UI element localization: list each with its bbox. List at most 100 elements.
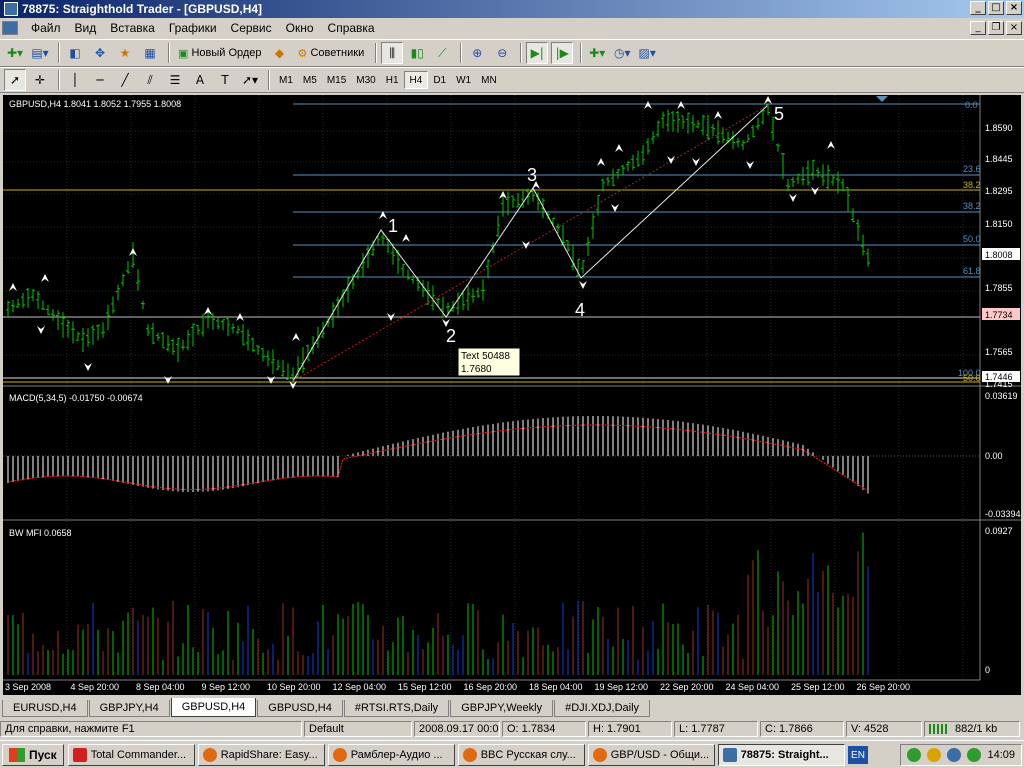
- profiles-icon[interactable]: ▤▾: [29, 42, 51, 64]
- timeframe-mn[interactable]: MN: [476, 71, 502, 89]
- wave-label-5[interactable]: 5: [774, 104, 784, 124]
- bar-chart-icon[interactable]: ⫼: [381, 42, 404, 64]
- metaeditor-icon[interactable]: ◆: [269, 42, 291, 64]
- fibonacci-icon[interactable]: ☰: [164, 69, 186, 91]
- close-button[interactable]: ×: [1006, 1, 1022, 15]
- status-open: O: 1.7834: [502, 721, 586, 737]
- mdi-restore-button[interactable]: ❐: [988, 21, 1004, 35]
- tab-gbpusd-h4[interactable]: GBPUSD,H4: [170, 698, 257, 717]
- timeframe-h1[interactable]: H1: [381, 71, 404, 89]
- price-label: 1.7565: [985, 347, 1013, 357]
- horizontal-line-icon[interactable]: ─: [89, 69, 111, 91]
- equidistant-channel-icon[interactable]: ⫽: [139, 69, 161, 91]
- start-button[interactable]: Пуск: [2, 743, 64, 766]
- tray-icon-4[interactable]: [967, 748, 982, 762]
- text-label-icon[interactable]: T: [214, 69, 236, 91]
- tray-icon-1[interactable]: [907, 748, 922, 762]
- chart-tabs: EURUSD,H4 GBPJPY,H4 GBPUSD,H4 GBPUSD,H4 …: [0, 697, 1024, 717]
- fractal-down-icon: [267, 376, 275, 384]
- elliott-wave-lines[interactable]: [292, 104, 769, 382]
- task-straighthold-trader[interactable]: 78875: Straight...: [717, 743, 845, 766]
- indicators-icon[interactable]: ✚▾: [586, 42, 608, 64]
- mdi-close-button[interactable]: ×: [1006, 21, 1022, 35]
- wave-label-4[interactable]: 4: [575, 300, 585, 320]
- tab-gbpusd-h4-2[interactable]: GBPUSD,H4: [257, 700, 343, 717]
- terminal-icon[interactable]: ▦: [139, 42, 161, 64]
- mfi-scale-label: 0: [985, 665, 990, 675]
- task-rapidshare[interactable]: RapidShare: Easy...: [197, 743, 325, 766]
- menu-charts[interactable]: Графики: [162, 21, 224, 35]
- price-chart[interactable]: 1 2 3 4 5 Text 50488 1.7680 GBPUSD,H4 1.…: [3, 95, 1021, 695]
- date-label: 8 Sep 04:00: [136, 682, 185, 692]
- start-label: Пуск: [29, 747, 57, 762]
- maximize-button[interactable]: □: [988, 1, 1004, 15]
- zoom-in-icon[interactable]: ⊕: [466, 42, 488, 64]
- language-indicator[interactable]: EN: [848, 746, 868, 764]
- cursor-icon[interactable]: ➚: [4, 69, 26, 91]
- task-total-commander[interactable]: Total Commander...: [67, 743, 195, 766]
- toolbar-separator: [268, 70, 270, 90]
- task-label: Рамблер-Аудио ...: [350, 748, 443, 761]
- wave-label-2[interactable]: 2: [446, 326, 456, 346]
- price-label: 1.8590: [985, 123, 1013, 133]
- vertical-line-icon[interactable]: │: [64, 69, 86, 91]
- timeframe-d1[interactable]: D1: [428, 71, 451, 89]
- templates-icon[interactable]: ▨▾: [636, 42, 658, 64]
- tab-rtsi-daily[interactable]: #RTSI.RTS,Daily: [343, 700, 450, 717]
- market-watch-icon[interactable]: ◧: [64, 42, 86, 64]
- tray-icon-2[interactable]: [927, 748, 942, 762]
- chart-shift-marker[interactable]: [876, 96, 888, 102]
- chart-window-icon[interactable]: [2, 21, 18, 35]
- text-tool-icon[interactable]: A: [189, 69, 211, 91]
- new-order-icon: ▣: [178, 47, 192, 60]
- task-label: 78875: Straight...: [740, 748, 829, 761]
- timeframe-h4[interactable]: H4: [403, 71, 429, 89]
- menu-view[interactable]: Вид: [68, 21, 104, 35]
- minimize-button[interactable]: _: [970, 1, 986, 15]
- timeframe-m15[interactable]: M15: [322, 71, 351, 89]
- arrows-icon[interactable]: ➚▾: [239, 69, 261, 91]
- candlestick-icon[interactable]: ▮▯: [406, 42, 428, 64]
- date-label: 16 Sep 20:00: [464, 682, 518, 692]
- date-label: 19 Sep 12:00: [595, 682, 649, 692]
- timeframe-w1[interactable]: W1: [451, 71, 476, 89]
- menu-file[interactable]: Файл: [24, 21, 68, 35]
- crosshair-icon[interactable]: ✛: [29, 69, 51, 91]
- tab-gbpjpy-weekly[interactable]: GBPJPY,Weekly: [450, 700, 554, 717]
- navigator-icon[interactable]: ★: [114, 42, 136, 64]
- tab-dji-daily[interactable]: #DJI.XDJ,Daily: [554, 700, 651, 717]
- data-window-icon[interactable]: ✥: [89, 42, 111, 64]
- fractal-down-icon: [579, 281, 587, 289]
- menu-insert[interactable]: Вставка: [103, 21, 162, 35]
- menu-window[interactable]: Окно: [279, 21, 321, 35]
- menu-tools[interactable]: Сервис: [224, 21, 279, 35]
- chart-canvas[interactable]: 1 2 3 4 5 Text 50488 1.7680 GBPUSD,H4 1.…: [3, 95, 1021, 695]
- tab-eurusd-h4[interactable]: EURUSD,H4: [2, 700, 88, 717]
- wave-label-3[interactable]: 3: [527, 165, 537, 185]
- current-price: 1.8008: [985, 250, 1013, 260]
- mdi-minimize-button[interactable]: _: [970, 21, 986, 35]
- new-chart-icon[interactable]: ✚▾: [4, 42, 26, 64]
- trendline-icon[interactable]: ╱: [114, 69, 136, 91]
- expert-advisors-button[interactable]: ⚙ Советники: [294, 42, 369, 64]
- task-rambler-audio[interactable]: Рамблер-Аудио ...: [327, 743, 455, 766]
- tray-icon-3[interactable]: [947, 748, 962, 762]
- chart-shift-icon[interactable]: |▶: [551, 42, 574, 64]
- zoom-out-icon[interactable]: ⊖: [491, 42, 513, 64]
- timeframe-m30[interactable]: M30: [351, 71, 380, 89]
- auto-scroll-icon[interactable]: ▶|: [526, 42, 549, 64]
- advisors-label: Советники: [310, 47, 365, 59]
- fractal-down-icon: [164, 376, 172, 384]
- tab-gbpjpy-h4[interactable]: GBPJPY,H4: [88, 700, 170, 717]
- timeframe-m1[interactable]: M1: [274, 71, 298, 89]
- trend-line[interactable]: [292, 104, 769, 382]
- menu-help[interactable]: Справка: [321, 21, 382, 35]
- new-order-button[interactable]: ▣ Новый Ордер: [174, 42, 266, 64]
- wave-label-1[interactable]: 1: [388, 216, 398, 236]
- task-bbc-russian[interactable]: BBC Русская слу...: [457, 743, 585, 766]
- task-gbp-usd[interactable]: GBP/USD - Общи...: [587, 743, 715, 766]
- line-chart-icon[interactable]: ⟋: [431, 42, 453, 64]
- status-connection[interactable]: 882/1 kb: [924, 721, 1020, 737]
- periods-icon[interactable]: ◷▾: [611, 42, 633, 64]
- timeframe-m5[interactable]: M5: [298, 71, 322, 89]
